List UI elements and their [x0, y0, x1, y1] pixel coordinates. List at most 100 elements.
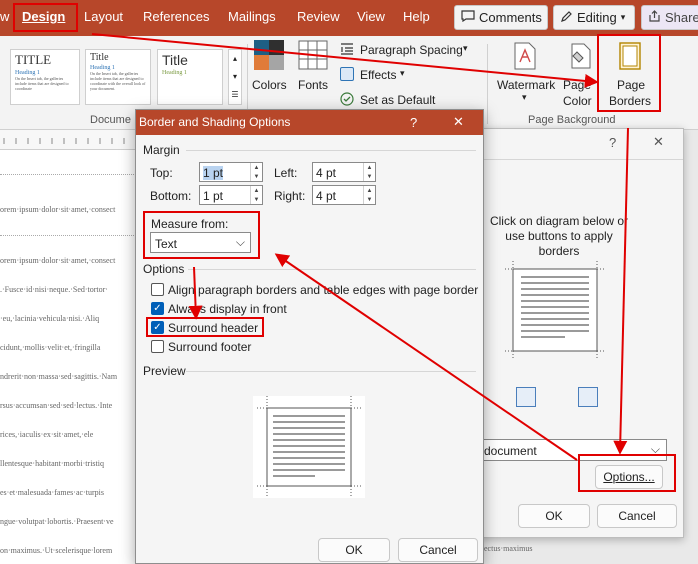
paint-bucket-icon — [568, 42, 592, 73]
always-display-front-checkbox[interactable]: ✓ — [151, 302, 164, 315]
tab-help[interactable]: Help — [403, 9, 430, 24]
align-borders-checkbox[interactable] — [151, 283, 164, 296]
chevron-down-icon: ▾ — [232, 72, 237, 81]
help-icon[interactable]: ? — [609, 135, 616, 150]
page-borders-label-1: Page — [617, 78, 646, 92]
annotation-box-surround-header — [146, 317, 264, 337]
divider — [481, 159, 683, 160]
style-thumbnail-1[interactable]: TITLE Heading 1 On the Insert tab, the g… — [10, 49, 80, 105]
cancel-button[interactable]: Cancel — [398, 538, 478, 562]
left-margin-value: 4 pt — [316, 166, 337, 180]
paragraph-spacing-button[interactable]: Paragraph Spacing ▾ — [340, 40, 475, 60]
page-borders-icon — [619, 42, 641, 73]
fonts-icon — [298, 40, 328, 70]
help-icon[interactable]: ? — [410, 115, 417, 130]
fonts-button[interactable]: Fonts — [296, 40, 332, 110]
tab-view[interactable]: View — [357, 9, 385, 24]
always-display-front-label: Always display in front — [168, 302, 287, 316]
watermark-button[interactable]: Watermark ▾ — [494, 40, 558, 110]
color-palette-icon — [254, 40, 284, 70]
left-border-toggle-icon[interactable] — [516, 387, 536, 407]
right-margin-spinner[interactable]: 4 pt ▲ ▼ — [312, 185, 376, 205]
horizontal-ruler — [0, 130, 140, 150]
annotation-box-measure-from — [143, 211, 260, 259]
set-as-default-button[interactable]: Set as Default — [340, 90, 440, 110]
options-section-label: Options — [143, 262, 185, 276]
surround-footer-label: Surround footer — [168, 340, 252, 354]
left-margin-spinner[interactable]: 4 pt ▲ ▼ — [312, 162, 376, 182]
apply-instructions: Click on diagram below or use buttons to… — [489, 214, 629, 258]
spinner-arrows-icon[interactable]: ▲ ▼ — [363, 163, 375, 181]
share-icon — [648, 9, 661, 26]
page-color-label-2: Color — [563, 94, 592, 108]
margin-section-label: Margin — [143, 143, 180, 157]
pencil-icon — [560, 10, 573, 26]
fonts-label: Fonts — [298, 78, 329, 92]
gallery-scroll[interactable]: ▴ ▾ ☰ — [228, 49, 242, 105]
bg-ok-button[interactable]: OK — [518, 504, 590, 528]
doc-line: ngue·volutpat·lobortis.·Praesent·ve — [0, 517, 114, 526]
bottom-margin-value: 1 pt — [203, 189, 224, 203]
options-button[interactable]: Options... — [595, 465, 663, 489]
document-page[interactable]: orem·ipsum·dolor·sit·amet,·consect orem·… — [0, 150, 140, 564]
thumb-title: Title — [90, 52, 109, 63]
ok-button[interactable]: OK — [318, 538, 390, 562]
group-label-page-background: Page Background — [528, 114, 616, 126]
options-button-label: Options... — [603, 470, 655, 484]
doc-line: cidunt,·mollis·velit·et,·fringilla — [0, 343, 101, 352]
paragraph-spacing-icon — [340, 42, 354, 59]
watermark-icon — [514, 42, 536, 73]
right-border-toggle-icon[interactable] — [578, 387, 598, 407]
close-icon[interactable]: ✕ — [653, 134, 664, 150]
share-button[interactable]: Share — [641, 5, 698, 30]
spinner-arrows-icon[interactable]: ▲ ▼ — [363, 186, 375, 204]
top-margin-spinner[interactable]: 1 pt ▲ ▼ — [199, 162, 263, 182]
tab-mailings[interactable]: Mailings — [228, 9, 276, 24]
spinner-arrows-icon[interactable]: ▲ ▼ — [250, 163, 262, 181]
tab-design[interactable]: Design — [22, 9, 65, 24]
right-margin-value: 4 pt — [316, 189, 337, 203]
gallery-more-icon: ☰ — [231, 90, 239, 99]
close-icon[interactable]: ✕ — [453, 114, 464, 130]
watermark-label: Watermark — [497, 78, 556, 92]
doc-line-fragment: ectus·maximus — [484, 544, 533, 553]
page-borders-button[interactable]: Page Borders — [603, 40, 659, 110]
margin-guide — [0, 235, 140, 236]
doc-line: es·et·malesuada·fames·ac·turpis — [0, 488, 104, 497]
editing-mode-button[interactable]: Editing ▾ — [553, 5, 635, 30]
effects-button[interactable]: Effects ▾ — [340, 65, 410, 85]
tab-references[interactable]: References — [143, 9, 209, 24]
tab-view-partial[interactable]: w — [0, 9, 9, 24]
tab-layout[interactable]: Layout — [84, 9, 123, 24]
surround-footer-checkbox[interactable] — [151, 340, 164, 353]
apply-to-select[interactable]: document ⌵ — [479, 439, 667, 461]
colors-button[interactable]: Colors — [252, 40, 288, 110]
colors-label: Colors — [252, 78, 287, 92]
doc-line: rices,·iaculis·ex·sit·amet,·ele — [0, 430, 94, 439]
bg-cancel-button[interactable]: Cancel — [597, 504, 677, 528]
cancel-button-label: Cancel — [419, 543, 457, 557]
right-label: Right: — [274, 189, 306, 203]
chevron-down-icon: ▾ — [522, 92, 527, 102]
top-margin-value: 1 pt — [203, 166, 224, 180]
page-color-label-1: Page — [563, 78, 592, 92]
style-thumbnail-2[interactable]: Title Heading 1 On the Insert tab, the g… — [85, 49, 151, 105]
thumb-body: On the Insert tab, the galleries include… — [90, 71, 146, 91]
bg-ok-label: OK — [545, 509, 563, 523]
style-thumbnail-3[interactable]: Title Heading 1 — [157, 49, 223, 105]
spinner-arrows-icon[interactable]: ▲ ▼ — [250, 186, 262, 204]
bottom-margin-spinner[interactable]: 1 pt ▲ ▼ — [199, 185, 263, 205]
comments-button[interactable]: Comments — [454, 5, 548, 30]
page-color-button[interactable]: Page Color — [560, 40, 596, 110]
preview-section-label: Preview — [143, 364, 186, 378]
chevron-down-icon: ▾ — [463, 43, 468, 53]
paragraph-spacing-label: Paragraph Spacing — [360, 43, 463, 57]
bottom-label: Bottom: — [150, 189, 192, 203]
checkmark-circle-icon — [340, 92, 354, 109]
margin-guide — [0, 174, 140, 175]
doc-line: orem·ipsum·dolor·sit·amet,·consect — [0, 205, 116, 214]
doc-line: on·maximus.·Ut·scelerisque·lorem — [0, 546, 113, 555]
border-preview-diagram[interactable] — [505, 261, 605, 359]
tab-review[interactable]: Review — [297, 9, 340, 24]
divider — [186, 150, 476, 151]
